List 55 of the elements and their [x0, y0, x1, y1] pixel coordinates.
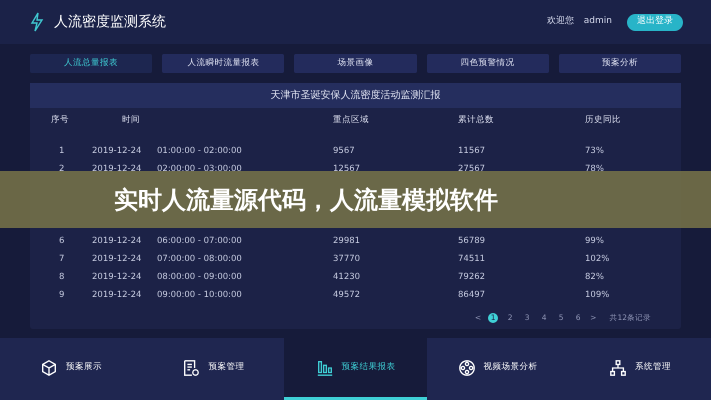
nav-item[interactable]: 视频场景分析: [426, 338, 569, 400]
table-cell: 82%: [585, 270, 604, 284]
table-cell-text: 2019-12-24: [92, 288, 142, 302]
column-header: 序号: [50, 114, 70, 127]
table-cell-text: 86497: [458, 288, 486, 302]
title-banner: 实时人流量源代码，人流量模拟软件: [0, 171, 711, 228]
table-cell-text: 6: [58, 234, 66, 248]
username: admin: [584, 15, 612, 28]
table-cell-text: 11567: [458, 144, 486, 158]
column-header: 累计总数: [458, 114, 495, 127]
tab[interactable]: 人流总量报表: [30, 54, 152, 73]
table-cell-text: 9567: [333, 144, 356, 158]
table-cell-text: 56789: [458, 234, 486, 248]
table-cell-text: 01:00:00 - 02:00:00: [157, 144, 243, 158]
table-cell-text: 2019-12-24: [92, 270, 142, 284]
table-cell-text: 7: [58, 252, 66, 266]
nav-item[interactable]: 预案展示: [0, 338, 142, 400]
table-cell-text: 07:00:00 - 08:00:00: [157, 252, 243, 266]
table-cell-text: 37770: [333, 252, 362, 266]
table-cell: 102%: [585, 252, 610, 266]
bar-chart-icon: [316, 358, 334, 376]
film-reel-icon: [458, 358, 476, 376]
table-cell: 73%: [585, 144, 604, 158]
table-cell: 99%: [585, 234, 604, 248]
column-header: 历史同比: [585, 114, 621, 127]
table-cell-text: 8: [58, 270, 66, 284]
table-cell-text: 08:00:00 - 09:00:00: [157, 270, 243, 284]
tab[interactable]: 人流瞬时流量报表: [162, 54, 284, 73]
table-cell-text: 29981: [333, 234, 362, 248]
nav-item[interactable]: 系统管理: [568, 338, 711, 400]
tab[interactable]: 场景画像: [294, 54, 417, 73]
table-cell-text: 9: [58, 288, 66, 302]
table-cell-text: 2019-12-24: [92, 144, 142, 158]
cube-icon: [40, 358, 58, 376]
table-cell-text: 09:00:00 - 10:00:00: [157, 288, 243, 302]
table-cell-text: 1: [58, 144, 66, 158]
hierarchy-icon: [608, 358, 627, 376]
column-header: 重点区域: [333, 114, 370, 127]
report-title: 天津市圣诞安保人流密度活动监测汇报: [30, 83, 681, 108]
table-cell-text: 06:00:00 - 07:00:00: [157, 234, 243, 248]
table-cell-text: 49572: [333, 288, 362, 302]
document-gear-icon: [182, 358, 200, 376]
lightning-icon: [28, 12, 46, 32]
welcome-text: 欢迎您: [546, 15, 574, 28]
nav-item[interactable]: 预案管理: [142, 338, 284, 400]
table-cell-text: 74511: [458, 252, 486, 266]
table-cell-text: 41230: [333, 270, 362, 284]
column-header: 时间: [122, 114, 141, 127]
table-cell-text: 79262: [458, 270, 486, 284]
table-cell: 109%: [585, 288, 610, 302]
tab[interactable]: 四色预警情况: [426, 54, 549, 73]
table-cell-text: 2019-12-24: [92, 252, 142, 266]
table-cell-text: 2019-12-24: [92, 234, 142, 248]
app-title: 人流密度监测系统: [54, 12, 166, 32]
tab[interactable]: 预案分析: [558, 54, 682, 73]
